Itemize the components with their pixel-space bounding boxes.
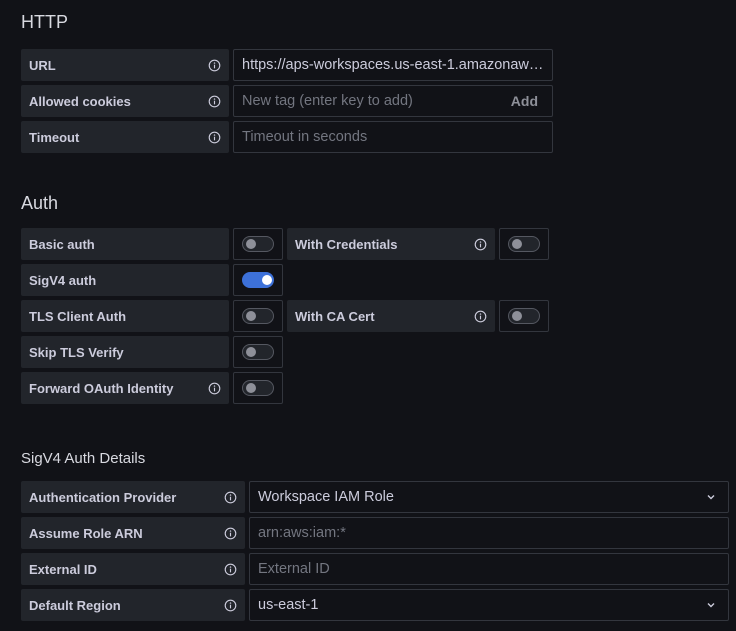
info-circle-icon[interactable] bbox=[208, 131, 221, 144]
basic-auth-toggle-box bbox=[233, 228, 283, 260]
with-credentials-label: With Credentials bbox=[287, 228, 495, 260]
toggle-knob bbox=[262, 275, 272, 285]
basic-auth-label-text: Basic auth bbox=[29, 236, 95, 252]
url-label-text: URL bbox=[29, 57, 56, 73]
with-ca-cert-toggle[interactable] bbox=[508, 308, 540, 324]
auth-provider-label: Authentication Provider bbox=[21, 481, 245, 513]
tls-client-auth-toggle[interactable] bbox=[242, 308, 274, 324]
url-label: URL bbox=[21, 49, 229, 81]
external-id-label-text: External ID bbox=[29, 561, 97, 577]
allowed-cookies-placeholder: New tag (enter key to add) bbox=[242, 93, 413, 109]
toggle-knob bbox=[246, 383, 256, 393]
auth-section-title: Auth bbox=[21, 193, 59, 213]
allowed-cookies-label-text: Allowed cookies bbox=[29, 93, 131, 109]
auth-provider-value: Workspace IAM Role bbox=[258, 489, 394, 505]
info-circle-icon[interactable] bbox=[208, 95, 221, 108]
timeout-label: Timeout bbox=[21, 121, 229, 153]
basic-auth-toggle[interactable] bbox=[242, 236, 274, 252]
http-section-title: HTTP bbox=[21, 12, 68, 32]
toggle-knob bbox=[512, 311, 522, 321]
toggle-knob bbox=[512, 239, 522, 249]
default-region-label-text: Default Region bbox=[29, 597, 121, 613]
sigv4-auth-toggle[interactable] bbox=[242, 272, 274, 288]
forward-oauth-toggle-box bbox=[233, 372, 283, 404]
with-credentials-label-text: With Credentials bbox=[295, 236, 398, 252]
with-credentials-toggle-box bbox=[499, 228, 549, 260]
default-region-label: Default Region bbox=[21, 589, 245, 621]
skip-tls-verify-toggle-box bbox=[233, 336, 283, 368]
forward-oauth-label-text: Forward OAuth Identity bbox=[29, 380, 174, 396]
info-circle-icon[interactable] bbox=[224, 491, 237, 504]
allowed-cookies-input[interactable]: New tag (enter key to add) Add bbox=[233, 85, 553, 117]
skip-tls-verify-label-text: Skip TLS Verify bbox=[29, 344, 124, 360]
toggle-knob bbox=[246, 347, 256, 357]
tls-client-auth-toggle-box bbox=[233, 300, 283, 332]
allowed-cookies-label: Allowed cookies bbox=[21, 85, 229, 117]
info-circle-icon[interactable] bbox=[224, 563, 237, 576]
auth-provider-label-text: Authentication Provider bbox=[29, 489, 177, 505]
info-circle-icon[interactable] bbox=[208, 59, 221, 72]
tls-client-auth-label: TLS Client Auth bbox=[21, 300, 229, 332]
info-circle-icon[interactable] bbox=[224, 599, 237, 612]
timeout-label-text: Timeout bbox=[29, 129, 80, 145]
chevron-down-icon bbox=[706, 492, 716, 502]
sigv4-auth-toggle-box bbox=[233, 264, 283, 296]
assume-role-arn-label-text: Assume Role ARN bbox=[29, 525, 143, 541]
info-circle-icon[interactable] bbox=[224, 527, 237, 540]
default-region-select[interactable]: us-east-1 bbox=[249, 589, 729, 621]
forward-oauth-toggle[interactable] bbox=[242, 380, 274, 396]
toggle-knob bbox=[246, 311, 256, 321]
url-value: https://aps-workspaces.us-east-1.amazona… bbox=[242, 57, 544, 73]
url-input[interactable]: https://aps-workspaces.us-east-1.amazona… bbox=[233, 49, 553, 81]
external-id-placeholder: External ID bbox=[258, 561, 330, 577]
add-cookie-button[interactable]: Add bbox=[511, 93, 538, 109]
forward-oauth-label: Forward OAuth Identity bbox=[21, 372, 229, 404]
external-id-input[interactable]: External ID bbox=[249, 553, 729, 585]
assume-role-arn-label: Assume Role ARN bbox=[21, 517, 245, 549]
with-ca-cert-label: With CA Cert bbox=[287, 300, 495, 332]
default-region-value: us-east-1 bbox=[258, 597, 319, 613]
assume-role-arn-input[interactable]: arn:aws:iam:* bbox=[249, 517, 729, 549]
toggle-knob bbox=[246, 239, 256, 249]
auth-provider-select[interactable]: Workspace IAM Role bbox=[249, 481, 729, 513]
external-id-label: External ID bbox=[21, 553, 245, 585]
with-credentials-toggle[interactable] bbox=[508, 236, 540, 252]
info-circle-icon[interactable] bbox=[474, 238, 487, 251]
with-ca-cert-label-text: With CA Cert bbox=[295, 308, 375, 324]
sigv4-auth-label: SigV4 auth bbox=[21, 264, 229, 296]
tls-client-auth-label-text: TLS Client Auth bbox=[29, 308, 127, 324]
timeout-placeholder: Timeout in seconds bbox=[242, 129, 368, 145]
chevron-down-icon bbox=[706, 600, 716, 610]
sigv4-details-title: SigV4 Auth Details bbox=[21, 450, 146, 467]
timeout-input[interactable]: Timeout in seconds bbox=[233, 121, 553, 153]
with-ca-cert-toggle-box bbox=[499, 300, 549, 332]
info-circle-icon[interactable] bbox=[208, 382, 221, 395]
sigv4-auth-label-text: SigV4 auth bbox=[29, 272, 97, 288]
skip-tls-verify-label: Skip TLS Verify bbox=[21, 336, 229, 368]
skip-tls-verify-toggle[interactable] bbox=[242, 344, 274, 360]
assume-role-arn-placeholder: arn:aws:iam:* bbox=[258, 525, 346, 541]
basic-auth-label: Basic auth bbox=[21, 228, 229, 260]
info-circle-icon[interactable] bbox=[474, 310, 487, 323]
